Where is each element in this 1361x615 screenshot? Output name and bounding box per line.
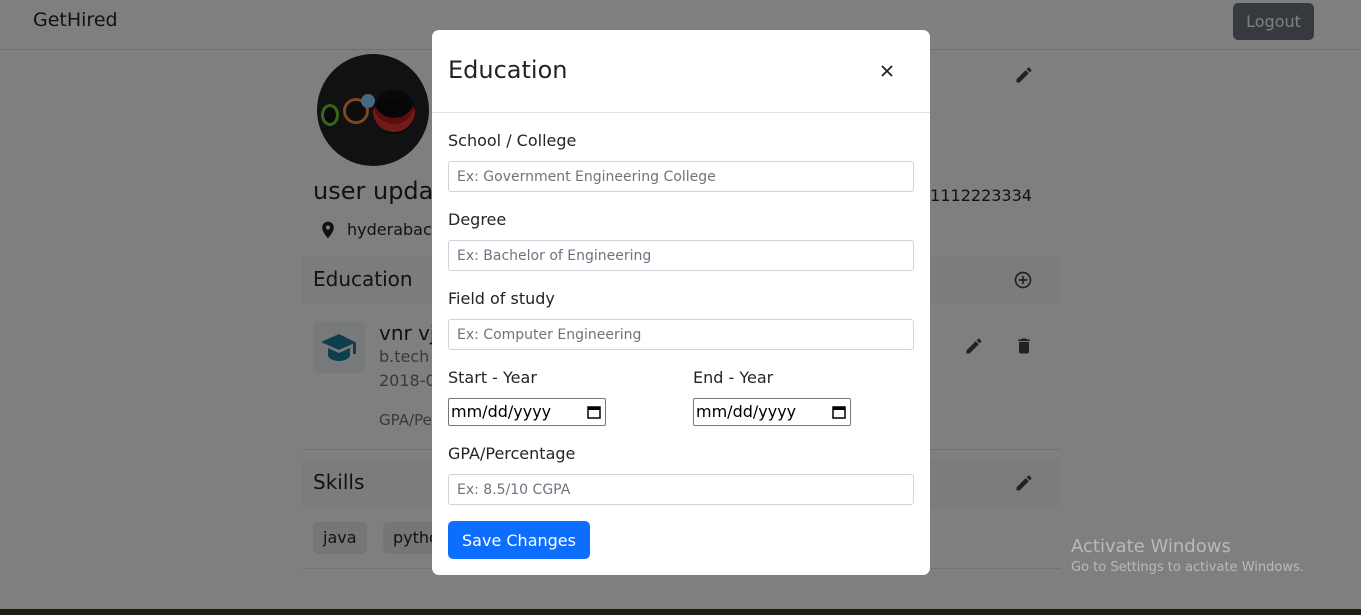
degree-input[interactable] <box>448 240 914 271</box>
activate-windows-watermark: Activate Windows Go to Settings to activ… <box>1071 536 1304 575</box>
save-changes-button[interactable]: Save Changes <box>448 521 590 559</box>
field-of-study-input[interactable] <box>448 319 914 350</box>
end-year-label: End - Year <box>693 368 774 387</box>
gpa-input[interactable] <box>448 474 914 505</box>
modal-title: Education <box>448 56 568 84</box>
end-year-value: mm/dd/yyyy <box>696 402 797 421</box>
start-year-input[interactable]: mm/dd/yyyy <box>448 398 606 426</box>
education-modal: Education School / College Degree Field … <box>432 30 930 575</box>
start-year-value: mm/dd/yyyy <box>451 402 552 421</box>
school-label: School / College <box>448 131 577 150</box>
gpa-label: GPA/Percentage <box>448 444 576 463</box>
watermark-title: Activate Windows <box>1071 536 1231 557</box>
calendar-icon[interactable] <box>832 405 846 419</box>
calendar-icon[interactable] <box>587 405 601 419</box>
close-icon[interactable] <box>877 61 897 81</box>
degree-label: Degree <box>448 210 507 229</box>
modal-header: Education <box>432 30 930 113</box>
school-input[interactable] <box>448 161 914 192</box>
watermark-subtitle: Go to Settings to activate Windows. <box>1071 560 1304 575</box>
end-year-input[interactable]: mm/dd/yyyy <box>693 398 851 426</box>
start-year-label: Start - Year <box>448 368 537 387</box>
field-of-study-label: Field of study <box>448 289 555 308</box>
